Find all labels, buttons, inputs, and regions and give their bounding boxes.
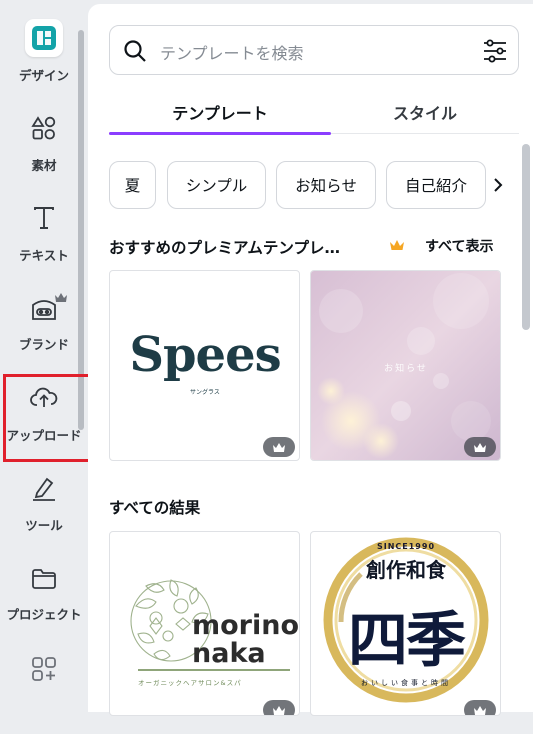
card-title: morino naka (192, 612, 299, 668)
sidebar-item-label: 素材 (31, 158, 57, 173)
sidebar-item-label: ツール (25, 518, 63, 533)
card-title: Spees (129, 327, 281, 383)
active-tab-indicator (109, 132, 331, 135)
template-card-shiki[interactable]: SINCE1990 創作和食 四季 おいしい食事と時間 (310, 531, 501, 716)
tab-templates[interactable]: テンプレート (109, 100, 331, 124)
scroll-up-icon[interactable] (522, 136, 530, 151)
chip-summer[interactable]: 夏 (109, 161, 156, 209)
see-all-link[interactable]: すべて表示 (425, 236, 493, 256)
divider-line (138, 669, 290, 671)
templates-panel: テンプレートを検索 テンプレート スタイル 夏 シンプル お知らせ 自己紹介 お… (88, 4, 533, 716)
sidebar-item-design[interactable]: デザイン (0, 14, 88, 98)
search-input[interactable]: テンプレートを検索 (160, 40, 304, 64)
elements-icon (29, 113, 59, 143)
sidebar-item-label: デザイン (18, 68, 69, 83)
template-card-bokeh[interactable]: お知らせ (310, 270, 501, 461)
sidebar-item-label: ブランド (18, 337, 69, 352)
sidebar-item-elements[interactable]: 素材 (0, 108, 88, 192)
tab-styles[interactable]: スタイル (331, 100, 519, 124)
card-subtitle: サングラス (190, 389, 220, 396)
panel-scrollbar[interactable] (522, 144, 530, 330)
chip-self-intro[interactable]: 自己紹介 (386, 161, 486, 209)
premium-crown-icon (54, 288, 68, 307)
highlight-box (3, 374, 91, 462)
sidebar-item-label: テキスト (19, 248, 69, 263)
apps-icon (29, 654, 59, 684)
premium-crown-icon (263, 700, 295, 715)
card-title-line2: naka (192, 638, 266, 669)
pen-tool-icon (29, 474, 59, 504)
tab-divider (331, 133, 519, 134)
card-title-line1: morino (192, 610, 300, 641)
sidebar-item-tools[interactable]: ツール (0, 470, 88, 554)
search-bar[interactable]: テンプレートを検索 (109, 25, 519, 75)
card-title: 四季 (348, 606, 466, 676)
all-results-title: すべての結果 (109, 499, 201, 517)
search-icon (123, 39, 147, 63)
card-title: お知らせ (384, 364, 428, 374)
card-subtitle: オーガニックヘアサロン&スパ (138, 679, 242, 687)
filter-sliders-icon[interactable] (482, 39, 508, 63)
template-card-morino[interactable]: morino naka オーガニックヘアサロン&スパ (109, 531, 300, 716)
crown-icon (389, 237, 405, 251)
chip-simple[interactable]: シンプル (167, 161, 266, 209)
sidebar-item-brand[interactable]: ブランド (0, 284, 88, 368)
template-card-spees[interactable]: Spees サングラス (109, 270, 300, 461)
premium-section-title: おすすめのプレミアムテンプレ… (109, 239, 340, 257)
side-rail: デザイン 素材 テキスト ブランド アップロード ツール プロジェクト (0, 0, 91, 712)
sidebar-item-projects[interactable]: プロジェクト (0, 560, 88, 644)
design-logo-icon (25, 19, 63, 57)
text-icon (29, 203, 59, 233)
premium-crown-icon (464, 437, 496, 457)
card-since: SINCE1990 (376, 542, 436, 551)
sidebar-item-text[interactable]: テキスト (0, 198, 88, 282)
chevron-right-icon[interactable] (486, 171, 510, 199)
card-subtitle: 創作和食 (366, 558, 446, 582)
sidebar-item-label: プロジェクト (6, 607, 82, 622)
premium-crown-icon (464, 700, 496, 715)
chip-notice[interactable]: お知らせ (276, 161, 376, 209)
folder-icon (29, 564, 59, 594)
premium-crown-icon (263, 437, 295, 457)
sidebar-item-apps[interactable] (0, 650, 88, 734)
card-tagline: おいしい食事と時間 (361, 679, 451, 687)
